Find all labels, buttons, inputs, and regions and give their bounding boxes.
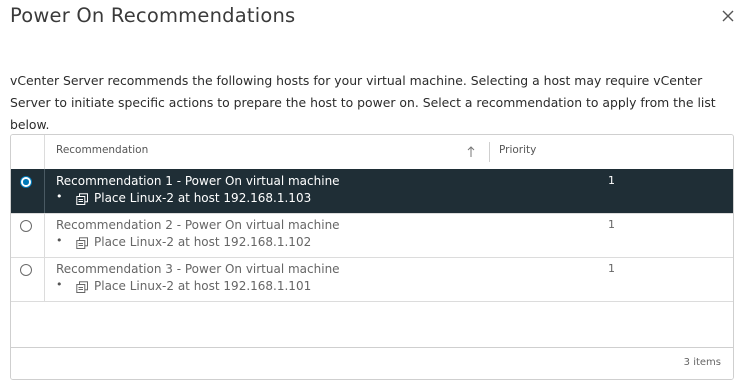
host-icon xyxy=(76,237,88,249)
row-radio-button[interactable] xyxy=(20,264,32,276)
column-divider xyxy=(44,169,45,213)
dialog-title: Power On Recommendations xyxy=(10,4,296,27)
row-radio-button[interactable] xyxy=(20,220,32,232)
host-icon xyxy=(76,281,88,293)
column-divider xyxy=(44,135,45,169)
recommendation-title: Recommendation 2 - Power On virtual mach… xyxy=(56,218,340,232)
row-radio-button[interactable] xyxy=(20,176,32,188)
arrow-up-icon[interactable] xyxy=(466,146,476,158)
recommendation-title: Recommendation 1 - Power On virtual mach… xyxy=(56,174,340,188)
priority-value: 1 xyxy=(608,174,615,187)
column-header-priority[interactable]: Priority xyxy=(499,144,536,156)
dialog-description: vCenter Server recommends the following … xyxy=(10,73,716,132)
recommendation-action: Place Linux-2 at host 192.168.1.101 xyxy=(94,279,312,293)
priority-value: 1 xyxy=(608,262,615,275)
recommendation-action: Place Linux-2 at host 192.168.1.103 xyxy=(94,191,312,205)
table-row[interactable]: Recommendation 2 - Power On virtual mach… xyxy=(11,213,733,258)
grid-footer: 3 items xyxy=(11,347,733,379)
recommendations-grid: Recommendation Priority Recommendation 1… xyxy=(10,134,734,380)
host-icon xyxy=(76,193,88,205)
item-count: 3 items xyxy=(683,357,721,368)
list-bullet: • xyxy=(56,278,63,291)
recommendation-title: Recommendation 3 - Power On virtual mach… xyxy=(56,262,340,276)
grid-header: Recommendation Priority xyxy=(11,135,733,170)
list-bullet: • xyxy=(56,234,63,247)
column-divider xyxy=(44,257,45,301)
recommendation-action: Place Linux-2 at host 192.168.1.102 xyxy=(94,235,312,249)
list-bullet: • xyxy=(56,190,63,203)
table-row[interactable]: Recommendation 1 - Power On virtual mach… xyxy=(11,169,733,214)
column-resize-handle[interactable] xyxy=(489,142,490,162)
priority-value: 1 xyxy=(608,218,615,231)
column-header-recommendation[interactable]: Recommendation xyxy=(56,144,148,156)
column-divider xyxy=(44,213,45,257)
close-icon[interactable] xyxy=(720,8,736,24)
table-row[interactable]: Recommendation 3 - Power On virtual mach… xyxy=(11,257,733,302)
